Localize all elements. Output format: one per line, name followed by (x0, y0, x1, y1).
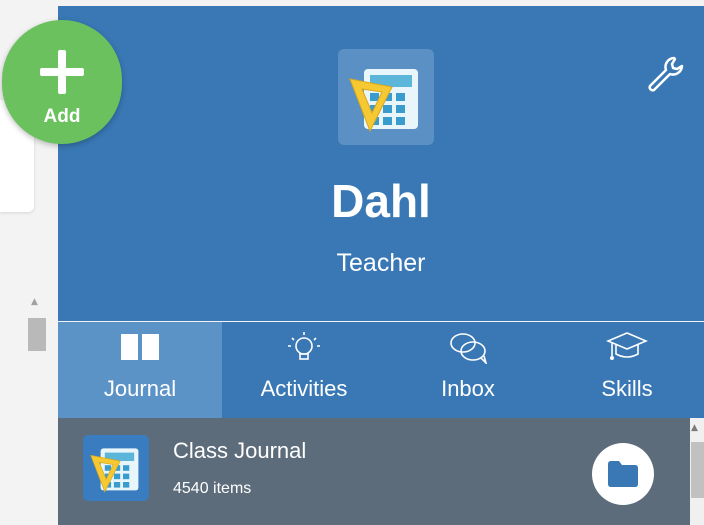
calculator-ruler-icon (349, 69, 418, 133)
add-button[interactable]: Add (2, 20, 122, 144)
journal-title: Class Journal (173, 438, 307, 463)
folder-icon (608, 461, 638, 487)
tab-activities-label: Activities (260, 376, 348, 401)
plus-icon (40, 50, 84, 94)
tab-bar: Journal Activities Inbox Skills (58, 322, 704, 418)
wrench-icon[interactable] (644, 52, 688, 96)
open-folder-button[interactable] (592, 443, 654, 505)
tab-journal[interactable]: Journal (58, 322, 222, 418)
add-button-label: Add (43, 106, 81, 127)
right-scrollbar-thumb[interactable] (691, 442, 704, 498)
tab-inbox-label: Inbox (441, 376, 495, 401)
profile-avatar (338, 49, 434, 145)
left-scrollbar-thumb[interactable] (28, 318, 46, 351)
profile-role: Teacher (336, 249, 426, 277)
graduation-cap-icon (606, 332, 648, 360)
journal-item-count: 4540 items (173, 480, 252, 497)
tab-inbox[interactable]: Inbox (386, 322, 550, 418)
right-scrollbar[interactable]: ▲ (690, 418, 704, 525)
chat-bubbles-icon (450, 333, 488, 364)
tab-skills[interactable]: Skills (550, 322, 704, 418)
right-scroll-up-arrow[interactable]: ▲ (691, 424, 698, 433)
profile-header: Dahl Teacher (58, 6, 704, 321)
left-scroll-up-arrow[interactable]: ▲ (31, 298, 38, 307)
journal-thumbnail (83, 435, 149, 501)
profile-name: Dahl (331, 175, 431, 227)
tab-skills-label: Skills (601, 376, 653, 401)
book-icon (121, 334, 159, 360)
tab-journal-label: Journal (103, 376, 177, 401)
journal-list: Class Journal 4540 items (58, 418, 704, 525)
tab-activities[interactable]: Activities (222, 322, 386, 418)
lightbulb-icon (288, 332, 320, 360)
calculator-ruler-icon (90, 448, 139, 493)
list-item-class-journal[interactable]: Class Journal 4540 items (58, 418, 689, 525)
